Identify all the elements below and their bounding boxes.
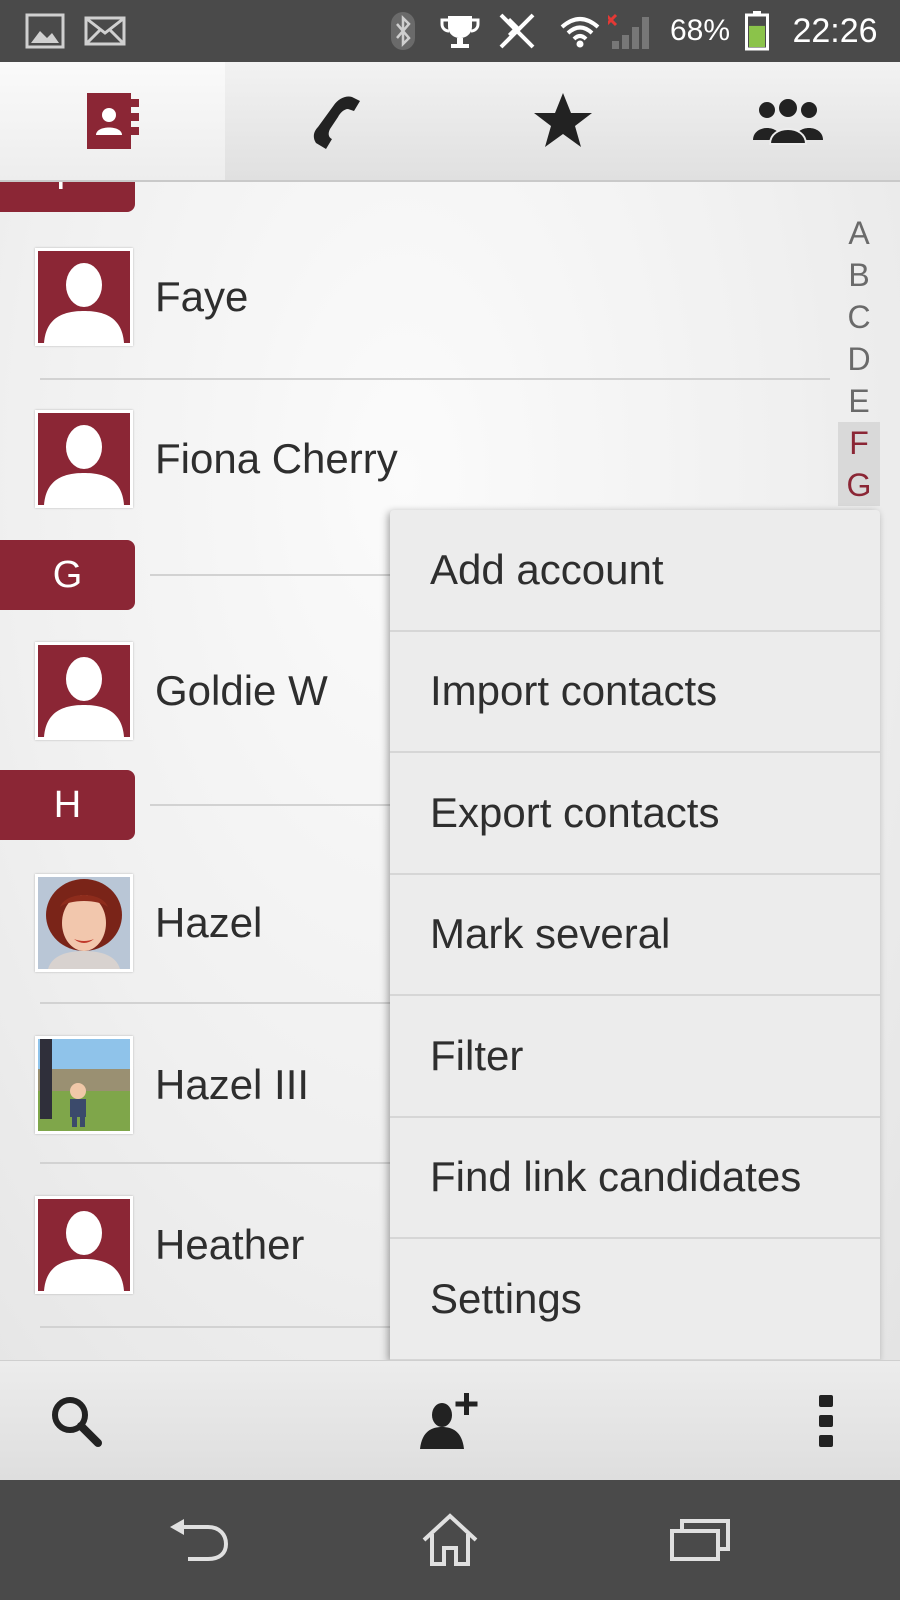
overflow-menu-button[interactable] bbox=[766, 1361, 886, 1481]
menu-item-export-contacts[interactable]: Export contacts bbox=[390, 753, 880, 875]
status-bar: 68% 22:26 bbox=[0, 0, 900, 62]
menu-item-settings[interactable]: Settings bbox=[390, 1239, 880, 1360]
battery-percent: 68% bbox=[669, 14, 731, 47]
index-letter-g[interactable]: G bbox=[838, 464, 880, 506]
recent-apps-icon bbox=[670, 1519, 730, 1561]
contact-name: Hazel III bbox=[155, 1061, 310, 1108]
index-letter-c[interactable]: C bbox=[838, 296, 880, 338]
section-letter: G bbox=[52, 553, 83, 596]
back-icon bbox=[170, 1519, 229, 1561]
contact-name: Faye bbox=[155, 273, 249, 320]
section-letter: F bbox=[56, 182, 79, 199]
index-letter-d[interactable]: D bbox=[838, 338, 880, 380]
phone-icon bbox=[313, 96, 360, 149]
contacts-book-icon bbox=[86, 93, 139, 149]
tab-favorites[interactable] bbox=[450, 62, 675, 180]
menu-item-import-contacts[interactable]: Import contacts bbox=[390, 632, 880, 753]
home-icon bbox=[422, 1513, 478, 1566]
email-notification-icon bbox=[82, 0, 128, 62]
default-avatar-icon bbox=[35, 642, 133, 740]
index-letter-a[interactable]: A bbox=[838, 212, 880, 254]
contact-name: Fiona Cherry bbox=[155, 435, 398, 482]
photo-avatar-outdoor bbox=[35, 1036, 133, 1134]
menu-item-find-link-candidates[interactable]: Find link candidates bbox=[390, 1118, 880, 1239]
search-button[interactable] bbox=[16, 1361, 136, 1481]
index-letter-e[interactable]: E bbox=[838, 380, 880, 422]
navigation-bar bbox=[0, 1480, 900, 1600]
tab-phone[interactable] bbox=[225, 62, 450, 180]
tab-groups[interactable] bbox=[675, 62, 900, 180]
star-icon bbox=[533, 93, 592, 147]
section-header-h: H bbox=[0, 770, 135, 840]
section-header-g: G bbox=[0, 540, 135, 610]
index-letter-b[interactable]: B bbox=[838, 254, 880, 296]
menu-item-add-account[interactable]: Add account bbox=[390, 510, 880, 632]
menu-item-filter[interactable]: Filter bbox=[390, 996, 880, 1118]
recent-apps-button[interactable] bbox=[630, 1480, 770, 1600]
add-contact-icon bbox=[420, 1393, 478, 1449]
default-avatar-icon bbox=[35, 248, 133, 346]
index-letter-f[interactable]: F bbox=[838, 422, 880, 464]
contact-row[interactable]: Fiona Cherry bbox=[0, 410, 830, 510]
overflow-menu-icon bbox=[819, 1395, 833, 1447]
default-avatar-icon bbox=[35, 410, 133, 508]
trophy-icon bbox=[438, 0, 482, 62]
section-header-f: F bbox=[0, 182, 135, 212]
section-letter: H bbox=[53, 783, 82, 826]
wifi-icon bbox=[556, 0, 604, 62]
tab-contacts[interactable] bbox=[0, 62, 225, 180]
groups-icon bbox=[752, 97, 823, 145]
add-contact-button[interactable] bbox=[390, 1361, 510, 1481]
menu-item-mark-several[interactable]: Mark several bbox=[390, 875, 880, 996]
action-bar bbox=[0, 1360, 900, 1480]
image-notification-icon bbox=[22, 0, 68, 62]
bluetooth-icon bbox=[386, 0, 420, 62]
clock: 22:26 bbox=[792, 11, 878, 50]
overflow-menu: Add account Import contacts Export conta… bbox=[390, 510, 880, 1360]
alphabet-index[interactable]: A B C D E F G bbox=[838, 212, 880, 506]
contact-name: Goldie W bbox=[155, 667, 328, 714]
home-button[interactable] bbox=[380, 1480, 520, 1600]
default-avatar-icon bbox=[35, 1196, 133, 1294]
contact-row[interactable]: Faye bbox=[0, 248, 830, 348]
battery-icon bbox=[742, 0, 772, 62]
row-divider bbox=[40, 378, 830, 380]
back-button[interactable] bbox=[130, 1480, 270, 1600]
signal-icon bbox=[606, 0, 654, 62]
tab-bar bbox=[0, 62, 900, 182]
photo-avatar-portrait bbox=[35, 874, 133, 972]
nfc-icon bbox=[494, 0, 540, 62]
contact-name: Hazel bbox=[155, 899, 263, 946]
contact-name: Heather bbox=[155, 1221, 305, 1268]
search-icon bbox=[52, 1397, 102, 1447]
